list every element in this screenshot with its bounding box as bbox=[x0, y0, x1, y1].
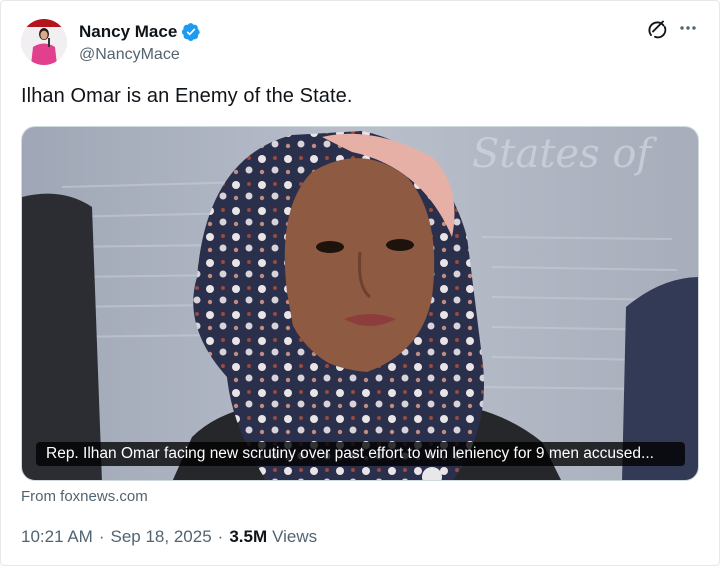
more-options-icon[interactable] bbox=[677, 17, 699, 39]
link-source[interactable]: From foxnews.com bbox=[21, 488, 148, 505]
meta-separator: · bbox=[217, 527, 224, 546]
link-card-media[interactable]: States of Rep. Ilhan Omar facing new scr… bbox=[21, 126, 699, 481]
news-photo: States of bbox=[22, 127, 698, 480]
tweet-meta: 10:21 AM · Sep 18, 2025 · 3.5M Views bbox=[21, 527, 317, 547]
tweet-header: Nancy Mace @NancyMace bbox=[21, 17, 201, 67]
views-count: 3.5M bbox=[229, 527, 268, 546]
avatar-image bbox=[21, 19, 67, 65]
tweet-card: Nancy Mace @NancyMace Ilhan Omar is an E… bbox=[0, 0, 720, 566]
author-avatar[interactable] bbox=[21, 19, 67, 65]
link-card-caption: Rep. Ilhan Omar facing new scrutiny over… bbox=[36, 442, 685, 466]
display-name-row: Nancy Mace bbox=[79, 20, 201, 44]
svg-text:States of: States of bbox=[472, 131, 657, 177]
verified-badge-icon[interactable] bbox=[181, 22, 201, 42]
tweet-date[interactable]: Sep 18, 2025 bbox=[111, 527, 212, 547]
author-display-name[interactable]: Nancy Mace bbox=[79, 22, 177, 42]
author-handle[interactable]: @NancyMace bbox=[79, 46, 201, 64]
tweet-text: Ilhan Omar is an Enemy of the State. bbox=[21, 85, 353, 107]
author-names: Nancy Mace @NancyMace bbox=[79, 20, 201, 64]
views-label: Views bbox=[272, 527, 318, 546]
tweet-time[interactable]: 10:21 AM bbox=[21, 527, 93, 547]
meta-separator: · bbox=[98, 527, 105, 546]
grok-icon[interactable] bbox=[646, 18, 668, 40]
